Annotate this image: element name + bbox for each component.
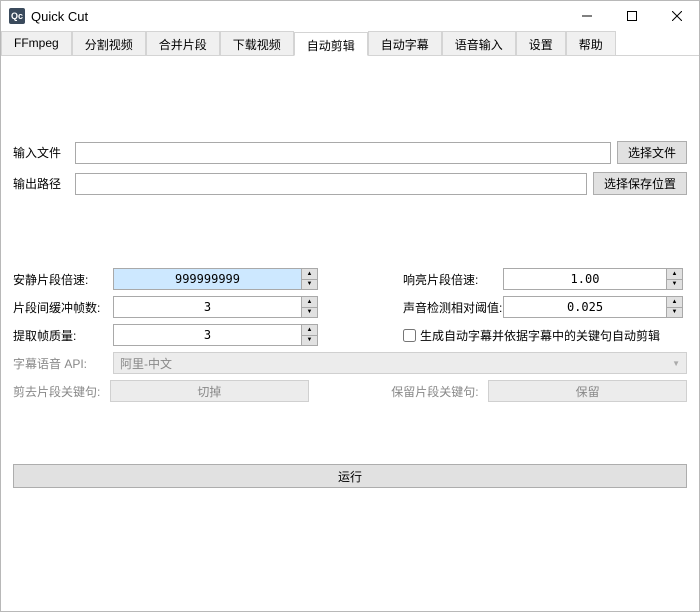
chevron-down-icon: ▼: [672, 359, 680, 368]
buffer-frames-up[interactable]: ▲: [302, 297, 317, 307]
params-grid: 安静片段倍速: ▲ ▼ 响亮片段倍速: ▲ ▼ 片段间缓冲帧数: ▲ ▼: [13, 268, 687, 346]
audio-threshold-input[interactable]: [503, 296, 666, 318]
close-button[interactable]: [654, 1, 699, 31]
tab-voice-input[interactable]: 语音输入: [442, 31, 516, 55]
buffer-frames-down[interactable]: ▼: [302, 307, 317, 318]
audio-threshold-up[interactable]: ▲: [667, 297, 682, 307]
tab-help[interactable]: 帮助: [566, 31, 616, 55]
extract-quality-spinbox[interactable]: ▲ ▼: [113, 324, 318, 346]
output-path-label: 输出路径: [13, 175, 75, 192]
content-area: 输入文件 选择文件 输出路径 选择保存位置 安静片段倍速: ▲ ▼ 响亮片段倍速…: [1, 56, 699, 498]
keep-keyword-button[interactable]: 保留: [488, 380, 687, 402]
quiet-speed-input[interactable]: [113, 268, 301, 290]
audio-threshold-down[interactable]: ▼: [667, 307, 682, 318]
tab-download-video[interactable]: 下载视频: [220, 31, 294, 55]
loud-speed-label: 响亮片段倍速:: [403, 271, 503, 288]
output-path-field[interactable]: [75, 173, 587, 195]
quiet-speed-spinbox[interactable]: ▲ ▼: [113, 268, 318, 290]
buffer-frames-input[interactable]: [113, 296, 301, 318]
buffer-frames-label: 片段间缓冲帧数:: [13, 299, 113, 316]
run-button[interactable]: 运行: [13, 464, 687, 488]
extract-quality-label: 提取帧质量:: [13, 327, 113, 344]
extract-quality-up[interactable]: ▲: [302, 325, 317, 335]
keep-keyword-label: 保留片段关键句:: [391, 383, 488, 400]
audio-threshold-spinbox[interactable]: ▲ ▼: [503, 296, 683, 318]
choose-file-button[interactable]: 选择文件: [617, 141, 687, 164]
titlebar: Qc Quick Cut: [1, 1, 699, 31]
tab-settings[interactable]: 设置: [516, 31, 566, 55]
auto-subtitle-label: 生成自动字幕并依据字幕中的关键句自动剪辑: [420, 327, 660, 344]
extract-quality-down[interactable]: ▼: [302, 335, 317, 346]
tab-ffmpeg[interactable]: FFmpeg: [1, 31, 72, 55]
buffer-frames-spinbox[interactable]: ▲ ▼: [113, 296, 318, 318]
loud-speed-spinbox[interactable]: ▲ ▼: [503, 268, 683, 290]
quiet-speed-down[interactable]: ▼: [302, 279, 317, 290]
tab-auto-edit[interactable]: 自动剪辑: [294, 32, 368, 56]
input-file-field[interactable]: [75, 142, 611, 164]
api-combo-value: 阿里-中文: [120, 355, 172, 372]
tab-split-video[interactable]: 分割视频: [72, 31, 146, 55]
window-controls: [564, 1, 699, 31]
remove-keyword-button[interactable]: 切掉: [110, 380, 309, 402]
window-title: Quick Cut: [31, 9, 88, 24]
auto-subtitle-checkbox[interactable]: [403, 329, 416, 342]
loud-speed-down[interactable]: ▼: [667, 279, 682, 290]
quiet-speed-label: 安静片段倍速:: [13, 271, 113, 288]
loud-speed-input[interactable]: [503, 268, 666, 290]
api-combo[interactable]: 阿里-中文 ▼: [113, 352, 687, 374]
minimize-button[interactable]: [564, 1, 609, 31]
app-icon: Qc: [9, 8, 25, 24]
api-label: 字幕语音 API:: [13, 355, 113, 372]
tab-bar: FFmpeg 分割视频 合并片段 下载视频 自动剪辑 自动字幕 语音输入 设置 …: [1, 31, 699, 56]
quiet-speed-up[interactable]: ▲: [302, 269, 317, 279]
tab-merge-clips[interactable]: 合并片段: [146, 31, 220, 55]
extract-quality-input[interactable]: [113, 324, 301, 346]
choose-save-location-button[interactable]: 选择保存位置: [593, 172, 687, 195]
remove-keyword-label: 剪去片段关键句:: [13, 383, 110, 400]
audio-threshold-label: 声音检测相对阈值:: [403, 299, 503, 316]
loud-speed-up[interactable]: ▲: [667, 269, 682, 279]
input-file-label: 输入文件: [13, 144, 75, 161]
tab-auto-subtitle[interactable]: 自动字幕: [368, 31, 442, 55]
maximize-button[interactable]: [609, 1, 654, 31]
